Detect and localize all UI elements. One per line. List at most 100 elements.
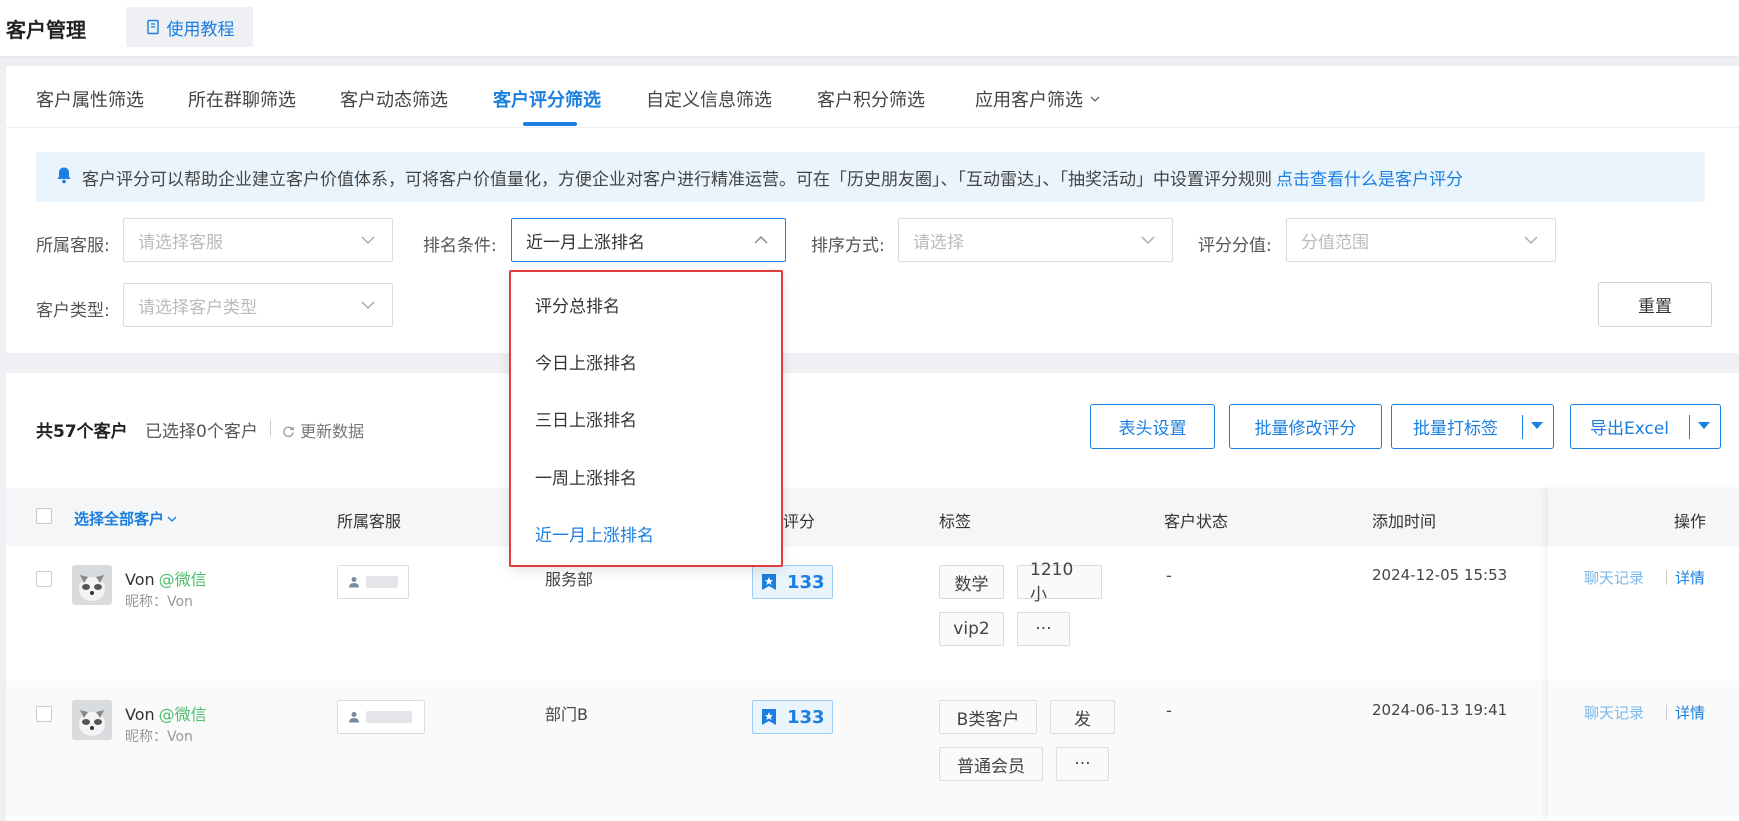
- column-added-time: 添加时间: [1372, 512, 1437, 531]
- chat-record-link[interactable]: 聊天记录: [1584, 567, 1644, 588]
- tab-app-filter[interactable]: 应用客户筛选: [975, 86, 1101, 112]
- sort-select[interactable]: 请选择: [898, 218, 1173, 262]
- tag: 普通会员: [939, 747, 1043, 781]
- notice-text: 客户评分可以帮助企业建立客户价值体系，可将客户价值量化，方便企业对客户进行精准运…: [82, 169, 1272, 190]
- caret-down-icon[interactable]: [1531, 422, 1543, 429]
- score-notice: 客户评分可以帮助企业建立客户价值体系，可将客户价值量化，方便企业对客户进行精准运…: [36, 152, 1705, 202]
- department: 部门B: [545, 705, 588, 724]
- customer-type-select[interactable]: 请选择客户类型: [123, 283, 393, 327]
- chevron-down-icon: [1141, 236, 1155, 244]
- column-status: 客户状态: [1164, 512, 1229, 531]
- row-checkbox[interactable]: [36, 571, 52, 587]
- rank-option-three-days[interactable]: 三日上涨排名: [535, 406, 637, 431]
- bell-icon: [56, 166, 72, 188]
- more-tags-button[interactable]: ···: [1056, 747, 1109, 781]
- chat-record-link[interactable]: 聊天记录: [1584, 702, 1644, 723]
- sort-filter-label: 排序方式:: [811, 236, 885, 256]
- chevron-down-icon: [1090, 96, 1100, 102]
- chevron-down-icon: [1524, 236, 1538, 244]
- customer-type-filter-label: 客户类型:: [36, 301, 110, 321]
- user-icon: [349, 712, 359, 723]
- batch-tag-button[interactable]: 批量打标签: [1391, 404, 1554, 449]
- added-time: 2024-12-05 15:53: [1372, 566, 1508, 584]
- header-settings-button[interactable]: 表头设置: [1090, 404, 1215, 449]
- batch-tag-label: 批量打标签: [1413, 419, 1498, 439]
- customer-nickname: 昵称：Von: [125, 594, 193, 610]
- column-tags: 标签: [939, 512, 972, 531]
- refresh-data-button[interactable]: 更新数据: [282, 418, 364, 442]
- divider: [1666, 705, 1667, 720]
- agent-select[interactable]: 请选择客服: [123, 218, 393, 262]
- detail-link[interactable]: 详情: [1675, 567, 1705, 588]
- select-all-customers[interactable]: 选择全部客户: [74, 508, 177, 529]
- rank-option-total[interactable]: 评分总排名: [535, 292, 620, 317]
- chevron-down-icon: [167, 516, 177, 522]
- batch-score-button[interactable]: 批量修改评分: [1229, 404, 1382, 449]
- split-separator: [1689, 415, 1690, 439]
- customer-name-text: Von: [125, 570, 155, 589]
- page-title: 客户管理: [6, 18, 86, 42]
- chevron-down-icon: [361, 236, 375, 244]
- caret-down-icon[interactable]: [1698, 422, 1710, 429]
- notice-link[interactable]: 点击查看什么是客户评分: [1276, 165, 1463, 190]
- tab-activity-filter[interactable]: 客户动态筛选: [340, 86, 448, 112]
- customer-nickname: 昵称：Von: [125, 729, 193, 745]
- tab-group-chat-filter[interactable]: 所在群聊筛选: [188, 86, 296, 112]
- agent-filter-label: 所属客服:: [36, 236, 110, 256]
- table-header: 选择全部客户 所属客服 评分 标签 客户状态 添加时间 操作: [6, 488, 1739, 546]
- score-badge: 133: [752, 565, 833, 599]
- tag: vip2: [939, 612, 1004, 646]
- tag: 发: [1050, 700, 1115, 734]
- agent-name-redacted: [366, 576, 398, 588]
- refresh-icon: [283, 426, 294, 438]
- tab-attribute-filter[interactable]: 客户属性筛选: [36, 86, 144, 112]
- tag: B类客户: [939, 700, 1037, 734]
- more-tags-button[interactable]: ···: [1017, 612, 1070, 646]
- rank-select[interactable]: 近一月上涨排名: [511, 218, 786, 262]
- rank-option-month[interactable]: 近一月上涨排名: [535, 521, 654, 546]
- score-badge: 133: [752, 700, 833, 734]
- rank-option-week[interactable]: 一周上涨排名: [535, 464, 637, 489]
- select-all-label: 选择全部客户: [74, 510, 165, 528]
- top-bar: 客户管理 使用教程: [0, 0, 1739, 56]
- tag: 数学: [939, 565, 1004, 599]
- tab-app-filter-label: 应用客户筛选: [975, 90, 1083, 111]
- rank-option-today[interactable]: 今日上涨排名: [535, 349, 637, 374]
- added-time: 2024-06-13 19:41: [1372, 701, 1508, 719]
- refresh-label: 更新数据: [300, 422, 365, 441]
- rank-filter-label: 排名条件:: [423, 236, 497, 256]
- row-checkbox[interactable]: [36, 706, 52, 722]
- agent-select-placeholder: 请选择客服: [138, 232, 223, 253]
- chevron-down-icon: [361, 301, 375, 309]
- tutorial-label: 使用教程: [166, 19, 235, 40]
- tab-custom-info-filter[interactable]: 自定义信息筛选: [646, 86, 772, 112]
- avatar: [72, 700, 112, 740]
- select-all-checkbox[interactable]: [36, 508, 52, 524]
- filter-panel: 客户属性筛选 所在群聊筛选 客户动态筛选 客户评分筛选 自定义信息筛选 客户积分…: [6, 66, 1739, 353]
- agent-name-redacted: [366, 711, 412, 723]
- selected-count: 已选择0个客户: [145, 422, 258, 442]
- score-value: 133: [787, 706, 825, 728]
- book-icon: [146, 19, 159, 35]
- reset-button[interactable]: 重置: [1598, 282, 1712, 327]
- column-score: 评分: [783, 512, 816, 531]
- customer-name: Von @微信: [125, 701, 207, 725]
- tutorial-button[interactable]: 使用教程: [126, 7, 253, 47]
- department: 服务部: [545, 570, 594, 589]
- customer-status: -: [1166, 566, 1172, 585]
- agent-chip: [337, 700, 425, 734]
- tab-score-filter[interactable]: 客户评分筛选: [493, 86, 601, 112]
- score-value-select[interactable]: 分值范围: [1286, 218, 1556, 262]
- chevron-up-icon: [754, 236, 768, 244]
- filter-tabs: 客户属性筛选 所在群聊筛选 客户动态筛选 客户评分筛选 自定义信息筛选 客户积分…: [6, 66, 1739, 128]
- agent-chip: [337, 565, 409, 599]
- export-excel-button[interactable]: 导出Excel: [1570, 404, 1721, 449]
- customer-count: 共57个客户: [36, 422, 128, 442]
- split-separator: [1522, 415, 1523, 439]
- user-icon: [349, 577, 359, 588]
- customer-status: -: [1166, 701, 1172, 720]
- column-operations: 操作: [1674, 512, 1707, 531]
- rank-dropdown-menu: 评分总排名 今日上涨排名 三日上涨排名 一周上涨排名 近一月上涨排名: [509, 270, 783, 567]
- detail-link[interactable]: 详情: [1675, 702, 1705, 723]
- tab-points-filter[interactable]: 客户积分筛选: [817, 86, 925, 112]
